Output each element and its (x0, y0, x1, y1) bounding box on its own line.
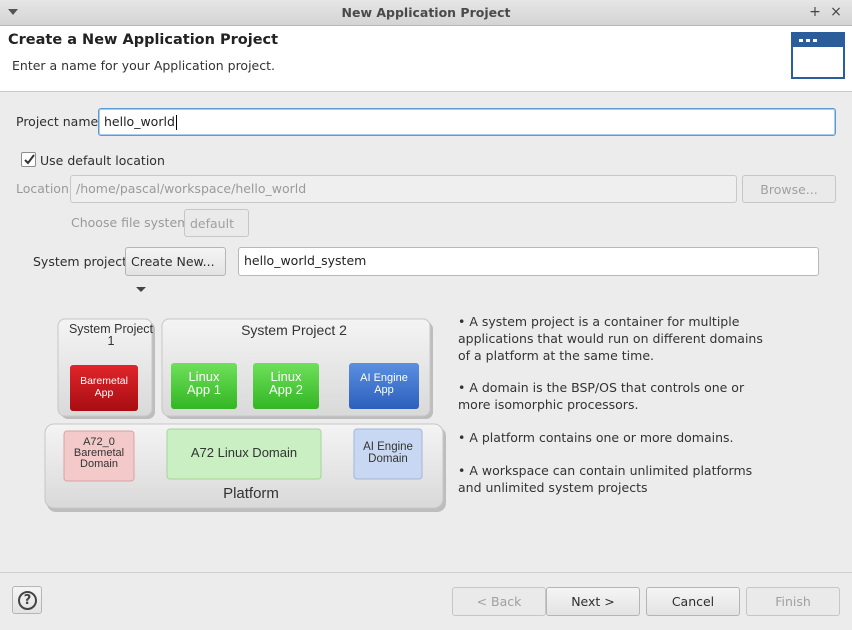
baremetal-app-label: Baremetal (80, 375, 128, 387)
project-name-input[interactable]: hello_world (98, 108, 836, 136)
info-workspace: • A workspace can contain unlimited plat… (458, 462, 753, 495)
ai-engine-domain-label: AI Engine (363, 441, 413, 453)
system-project-select[interactable]: Create New... (125, 247, 226, 292)
location-label: Location: (16, 181, 74, 196)
finish-button[interactable]: Finish (746, 587, 840, 616)
system-project-1-title-line2: 1 (108, 334, 115, 348)
location-input[interactable]: /home/pascal/workspace/hello_world (70, 175, 737, 203)
browse-button[interactable]: Browse... (742, 175, 836, 203)
system-project-select-value: Create New... (131, 254, 215, 269)
help-button[interactable]: ? (12, 586, 42, 614)
platform-label: Platform (223, 485, 279, 502)
baremetal-app-label-line2: App (95, 387, 114, 399)
wizard-title: Create a New Application Project (8, 32, 279, 48)
info-text: • A system project is a container for mu… (458, 314, 778, 512)
application-window-icon (791, 32, 845, 79)
a72-baremetal-domain-label-line3: Domain (80, 458, 118, 470)
ai-engine-app-label: AI Engine (360, 372, 408, 384)
wizard-header: Create a New Application Project Enter a… (0, 26, 852, 92)
system-project-2-title: System Project 2 (241, 322, 347, 338)
project-name-value: hello_world (104, 114, 175, 129)
file-system-value: default (190, 216, 234, 231)
close-icon[interactable]: × (827, 3, 845, 21)
info-domain: • A domain is the BSP/OS that controls o… (458, 380, 745, 413)
title-bar: New Application Project + × (0, 0, 852, 26)
info-system-project: • A system project is a container for mu… (458, 314, 763, 363)
project-name-label: Project name: (16, 114, 103, 129)
back-button[interactable]: < Back (452, 587, 546, 616)
linux-app-2-label-line2: App 2 (269, 382, 303, 397)
use-default-location-checkbox[interactable] (21, 152, 36, 167)
ai-engine-app-label-line2: App (374, 384, 394, 396)
project-architecture-diagram: System Project 1 System Project 2 Bareme… (44, 318, 446, 512)
help-icon: ? (18, 591, 37, 610)
linux-app-1-label-line2: App 1 (187, 382, 221, 397)
a72-linux-domain-label: A72 Linux Domain (191, 445, 297, 460)
next-button[interactable]: Next > (546, 587, 640, 616)
cancel-button[interactable]: Cancel (646, 587, 740, 616)
system-project-name-input[interactable]: hello_world_system (238, 247, 819, 276)
footer-separator (0, 572, 852, 573)
file-system-label: Choose file system: (71, 215, 194, 230)
maximize-icon[interactable]: + (806, 3, 824, 21)
system-project-label: System project: (33, 254, 132, 269)
use-default-location-label[interactable]: Use default location (40, 153, 165, 168)
chevron-down-icon (136, 287, 146, 292)
ai-engine-domain-label-line2: Domain (368, 453, 408, 465)
info-platform: • A platform contains one or more domain… (458, 429, 734, 445)
wizard-subtitle: Enter a name for your Application projec… (12, 58, 275, 73)
window-title: New Application Project (341, 5, 511, 20)
file-system-select[interactable]: default (184, 209, 249, 254)
